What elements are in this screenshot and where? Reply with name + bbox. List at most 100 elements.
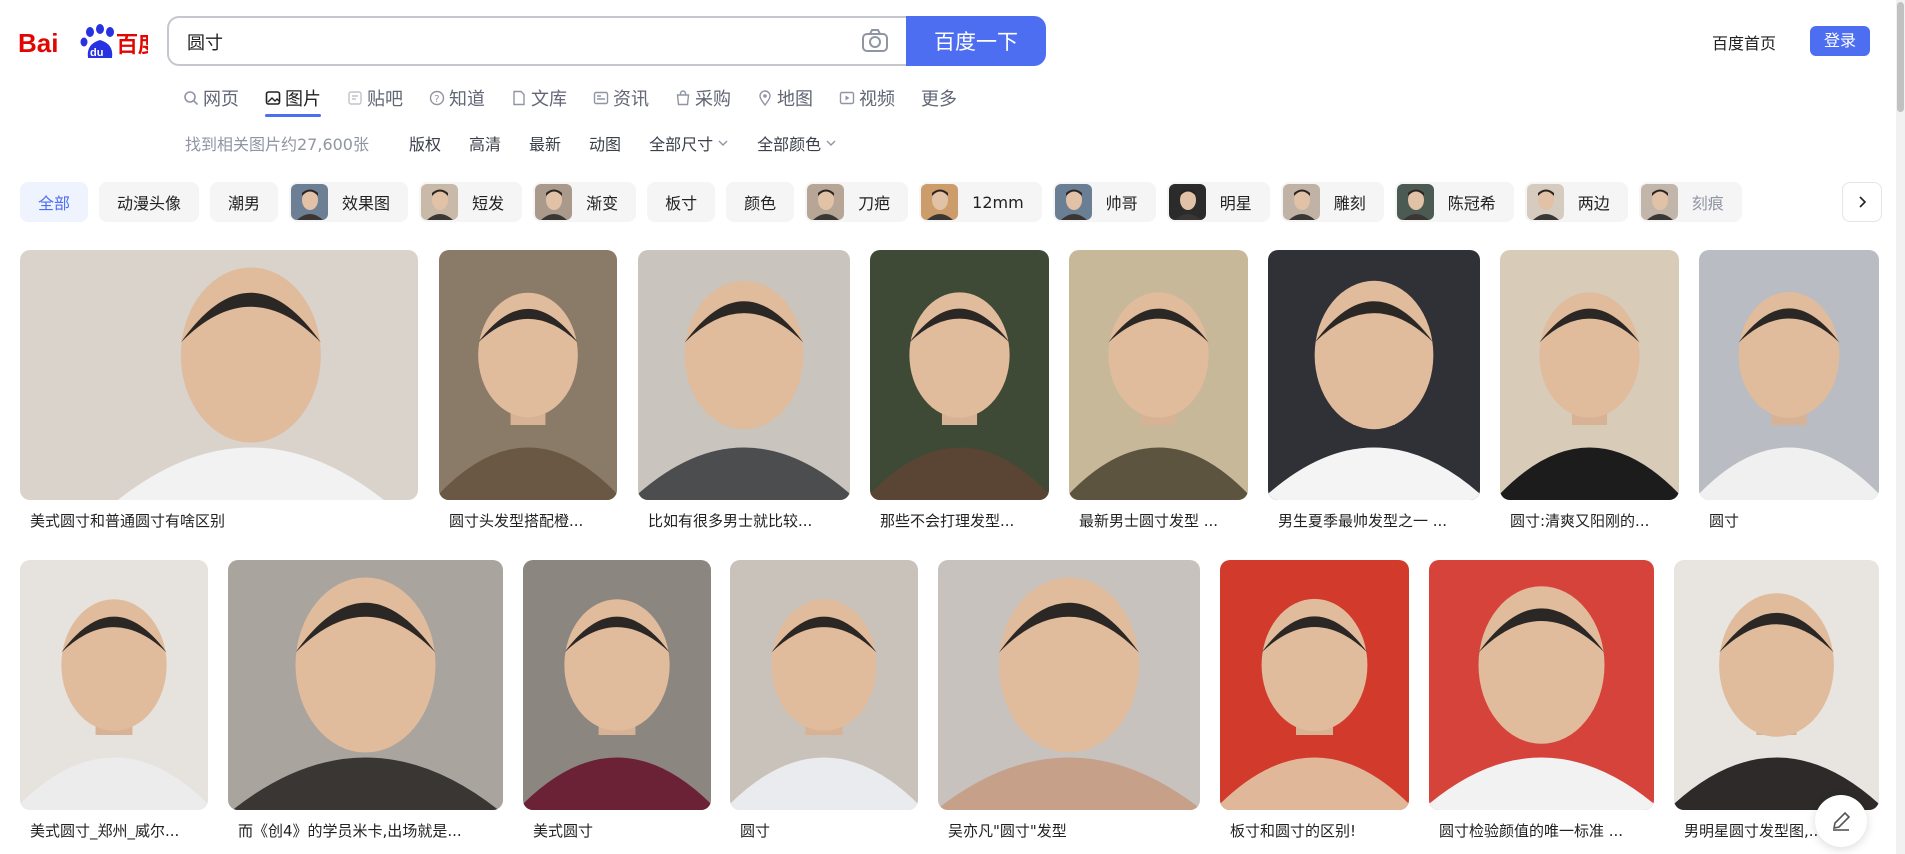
result-image[interactable] [1699, 250, 1879, 500]
tag-label: 短发 [472, 194, 505, 213]
color-dropdown-label: 全部颜色 [757, 135, 822, 154]
result-image[interactable] [1500, 250, 1679, 500]
color-dropdown[interactable]: 全部颜色 [757, 131, 837, 155]
image-result-card[interactable]: 圆寸检验颜值的唯一标准 ... [1429, 560, 1654, 841]
tab-news[interactable]: 资讯 [593, 82, 649, 114]
tag-chip[interactable]: 刀疤 [805, 182, 909, 222]
login-button[interactable]: 登录 [1810, 26, 1870, 56]
result-caption[interactable]: 圆寸头发型搭配橙... [439, 510, 617, 531]
image-result-card[interactable]: 圆寸头发型搭配橙... [439, 250, 617, 531]
result-image[interactable] [1220, 560, 1409, 810]
camera-icon[interactable] [861, 29, 889, 53]
result-image[interactable] [20, 560, 208, 810]
image-result-card[interactable]: 那些不会打理发型... [870, 250, 1049, 531]
image-result-card[interactable]: 美式圆寸 [523, 560, 711, 841]
video-icon [839, 91, 855, 105]
tab-video[interactable]: 视频 [839, 82, 895, 114]
home-link[interactable]: 百度首页 [1712, 30, 1776, 54]
result-image[interactable] [638, 250, 850, 500]
tag-chip[interactable]: 短发 [419, 182, 523, 222]
image-result-card[interactable]: 圆寸:清爽又阳刚的... [1500, 250, 1679, 531]
result-image[interactable] [730, 560, 918, 810]
result-caption[interactable]: 美式圆寸和普通圆寸有啥区别 [20, 510, 418, 531]
filter-animated[interactable]: 动图 [589, 131, 621, 155]
scrollbar[interactable] [1896, 0, 1905, 854]
result-image[interactable] [870, 250, 1049, 500]
result-image[interactable] [228, 560, 503, 810]
result-image[interactable] [439, 250, 617, 500]
tag-chip[interactable]: 陈冠希 [1394, 182, 1514, 222]
image-result-card[interactable]: 最新男士圆寸发型 ... [1069, 250, 1248, 531]
result-caption[interactable]: 美式圆寸 [523, 820, 711, 841]
tag-chip[interactable]: 明星 [1166, 182, 1270, 222]
tag-chip[interactable]: 帅哥 [1052, 182, 1156, 222]
tab-label: 资讯 [613, 89, 649, 110]
scrollbar-thumb[interactable] [1897, 2, 1904, 112]
result-image[interactable] [523, 560, 711, 810]
search-box [167, 16, 907, 66]
result-caption[interactable]: 圆寸:清爽又阳刚的... [1500, 510, 1679, 531]
result-image[interactable] [20, 250, 418, 500]
tag-chip[interactable]: 板寸 [647, 182, 716, 222]
filter-hd[interactable]: 高清 [469, 131, 501, 155]
tab-wenku[interactable]: 文库 [511, 82, 567, 114]
result-image[interactable] [1429, 560, 1654, 810]
paw-icon: du [80, 24, 114, 59]
tab-more[interactable]: 更多 [921, 82, 957, 114]
result-caption[interactable]: 男生夏季最帅发型之一 ... [1268, 510, 1480, 531]
result-caption[interactable]: 而《创4》的学员米卡,出场就是... [228, 820, 503, 841]
chips-next-button[interactable] [1842, 182, 1882, 222]
result-caption[interactable]: 最新男士圆寸发型 ... [1069, 510, 1248, 531]
result-image[interactable] [938, 560, 1200, 810]
search-input[interactable] [187, 28, 827, 56]
tab-label: 采购 [695, 89, 731, 110]
tab-zhidao[interactable]: ? 知道 [429, 82, 485, 114]
image-result-card[interactable]: 而《创4》的学员米卡,出场就是... [228, 560, 503, 841]
result-image[interactable] [1674, 560, 1879, 810]
result-caption[interactable]: 圆寸检验颜值的唯一标准 ... [1429, 820, 1654, 841]
tag-label: 潮男 [228, 194, 261, 213]
search-button[interactable]: 百度一下 [906, 16, 1046, 66]
size-dropdown[interactable]: 全部尺寸 [649, 131, 729, 155]
result-caption[interactable]: 美式圆寸_郑州_威尔... [20, 820, 208, 841]
tag-chip[interactable]: 效果图 [289, 182, 409, 222]
result-caption[interactable]: 圆寸 [1699, 510, 1879, 531]
feedback-button[interactable] [1815, 795, 1867, 847]
tab-images[interactable]: 图片 [265, 82, 321, 117]
tab-purchase[interactable]: 采购 [675, 82, 731, 114]
filter-copyright[interactable]: 版权 [409, 131, 441, 155]
tag-chip[interactable]: 颜色 [726, 182, 795, 222]
tag-chip[interactable]: 潮男 [210, 182, 279, 222]
image-result-card[interactable]: 美式圆寸和普通圆寸有啥区别 [20, 250, 418, 531]
image-result-card[interactable]: 美式圆寸_郑州_威尔... [20, 560, 208, 841]
result-caption[interactable]: 圆寸 [730, 820, 918, 841]
logo-text-right: 百度 [116, 32, 148, 58]
tag-thumbnail [1168, 184, 1206, 220]
result-image[interactable] [1069, 250, 1248, 500]
image-result-card[interactable]: 圆寸 [730, 560, 918, 841]
image-result-card[interactable]: 比如有很多男士就比较... [638, 250, 850, 531]
tag-chip[interactable]: 动漫头像 [99, 182, 200, 222]
tag-label: 效果图 [342, 194, 391, 213]
tab-map[interactable]: 地图 [757, 82, 813, 114]
tab-web[interactable]: 网页 [183, 82, 239, 114]
image-result-card[interactable]: 圆寸 [1699, 250, 1879, 531]
result-caption[interactable]: 那些不会打理发型... [870, 510, 1049, 531]
tag-chip[interactable]: 雕刻 [1280, 182, 1384, 222]
tab-tieba[interactable]: 贴吧 [347, 82, 403, 114]
tag-chip[interactable]: 渐变 [533, 182, 637, 222]
tag-chip[interactable]: 刻痕 [1638, 182, 1742, 222]
tag-label: 两边 [1577, 194, 1610, 213]
tag-chip[interactable]: 全部 [20, 182, 89, 222]
image-result-card[interactable]: 男生夏季最帅发型之一 ... [1268, 250, 1480, 531]
baidu-logo[interactable]: Bai du 百度 [18, 18, 161, 64]
image-result-card[interactable]: 板寸和圆寸的区别! [1220, 560, 1409, 841]
filter-latest[interactable]: 最新 [529, 131, 561, 155]
tag-chip[interactable]: 两边 [1524, 182, 1628, 222]
result-caption[interactable]: 板寸和圆寸的区别! [1220, 820, 1409, 841]
result-caption[interactable]: 吴亦凡"圆寸"发型 [938, 820, 1200, 841]
image-result-card[interactable]: 吴亦凡"圆寸"发型 [938, 560, 1200, 841]
result-image[interactable] [1268, 250, 1480, 500]
tag-chip[interactable]: 12mm [919, 182, 1042, 222]
result-caption[interactable]: 比如有很多男士就比较... [638, 510, 850, 531]
